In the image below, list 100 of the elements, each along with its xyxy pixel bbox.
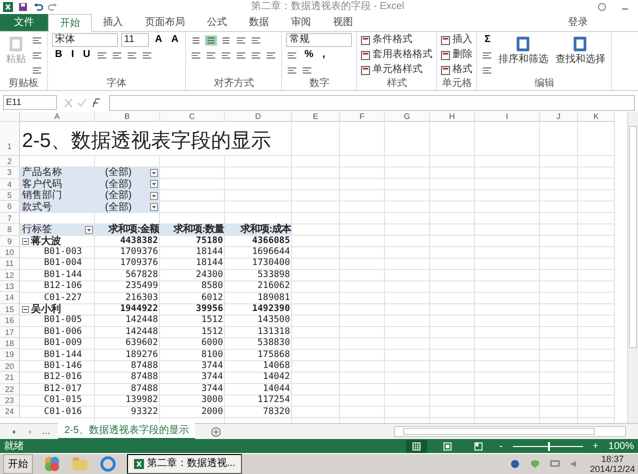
view-icon[interactable] bbox=[406, 440, 428, 452]
ribbon-tab[interactable]: 插入 bbox=[92, 14, 134, 31]
format-button[interactable]: % bbox=[301, 49, 316, 62]
toolbar-icon[interactable] bbox=[235, 50, 248, 61]
zoom-in-button[interactable]: + bbox=[592, 440, 598, 452]
toolbar-icon[interactable] bbox=[286, 50, 298, 61]
row-header[interactable]: 23 bbox=[0, 394, 20, 406]
ribbon-tab[interactable]: 视图 bbox=[322, 14, 364, 31]
row-header[interactable]: 14 bbox=[0, 292, 20, 304]
column-header[interactable]: F bbox=[340, 112, 385, 122]
toolbar-icon[interactable] bbox=[286, 64, 298, 76]
vertical-scrollbar[interactable] bbox=[627, 112, 638, 423]
format-button[interactable]: Σ bbox=[481, 34, 494, 46]
network-icon[interactable] bbox=[550, 459, 560, 469]
toolbar-icon[interactable] bbox=[111, 50, 124, 61]
row-header[interactable]: 22 bbox=[0, 384, 20, 395]
dropdown-field[interactable]: 宋体 bbox=[52, 33, 118, 48]
zoom-out-button[interactable]: - bbox=[499, 440, 503, 452]
filter-dropdown[interactable]: (全部) bbox=[95, 167, 160, 179]
ribbon-tab[interactable]: 数据 bbox=[238, 14, 280, 31]
row-header[interactable]: 6 bbox=[0, 201, 20, 213]
dropdown-icon[interactable] bbox=[150, 180, 158, 188]
row-header[interactable]: 20 bbox=[0, 360, 20, 372]
formula-field[interactable] bbox=[109, 94, 635, 111]
more-sheets-button[interactable]: ... bbox=[42, 426, 50, 437]
column-header[interactable]: I bbox=[475, 112, 540, 122]
ribbon-button[interactable]: 插入 bbox=[441, 34, 472, 46]
filter-dropdown[interactable]: (全部) bbox=[95, 201, 160, 213]
align-icon[interactable] bbox=[205, 34, 218, 46]
previous-sheet-icon[interactable] bbox=[10, 428, 18, 436]
toolbar-icon[interactable] bbox=[31, 34, 43, 46]
ribbon-tab[interactable]: 公式 bbox=[196, 14, 238, 31]
row-header[interactable]: 21 bbox=[0, 372, 20, 384]
row-header[interactable]: 17 bbox=[0, 326, 20, 338]
file-tab[interactable]: 文件 bbox=[0, 14, 48, 31]
sign-in-link[interactable]: 登录 bbox=[568, 14, 588, 31]
row-header[interactable]: 8 bbox=[0, 224, 20, 236]
ribbon-tab[interactable]: 开始 bbox=[48, 14, 92, 32]
toolbar-icon[interactable] bbox=[190, 50, 202, 61]
dropdown-field[interactable]: 11 bbox=[121, 33, 149, 48]
column-header[interactable]: H bbox=[430, 112, 475, 122]
column-header[interactable]: E bbox=[292, 112, 340, 122]
row-header[interactable]: 1 bbox=[0, 122, 20, 156]
name-box[interactable]: E11 bbox=[3, 95, 57, 110]
column-header[interactable]: B bbox=[95, 112, 160, 122]
align-icon[interactable] bbox=[220, 34, 232, 46]
format-button[interactable]: A bbox=[152, 34, 166, 46]
toolbar-icon[interactable] bbox=[141, 50, 154, 61]
collapse-icon[interactable] bbox=[22, 306, 29, 314]
horizontal-scrollbar[interactable] bbox=[394, 426, 626, 437]
column-header[interactable]: C bbox=[160, 112, 225, 122]
row-header[interactable]: 3 bbox=[0, 167, 20, 179]
row-header[interactable]: 12 bbox=[0, 270, 20, 282]
toolbar-icon[interactable] bbox=[31, 64, 43, 76]
row-header[interactable]: 10 bbox=[0, 246, 20, 258]
column-header[interactable]: D bbox=[225, 112, 292, 122]
save-icon[interactable] bbox=[18, 2, 28, 12]
column-header[interactable]: A bbox=[20, 112, 95, 122]
format-button[interactable]: B bbox=[52, 49, 66, 62]
row-header[interactable]: 9 bbox=[0, 236, 20, 247]
filter-dropdown[interactable]: (全部) bbox=[95, 190, 160, 202]
ribbon-button[interactable]: 单元格样式 bbox=[361, 64, 422, 76]
align-icon[interactable] bbox=[190, 34, 202, 46]
browser-icon[interactable] bbox=[99, 455, 117, 473]
row-header[interactable]: 19 bbox=[0, 349, 20, 361]
toolbar-icon[interactable] bbox=[96, 50, 108, 61]
dropdown-icon[interactable] bbox=[150, 203, 158, 212]
format-button[interactable]: , bbox=[319, 49, 328, 62]
collapse-icon[interactable] bbox=[22, 238, 29, 245]
row-header[interactable]: 24 bbox=[0, 406, 20, 418]
undo-icon[interactable] bbox=[33, 2, 43, 12]
row-header[interactable]: 16 bbox=[0, 315, 20, 327]
start-button[interactable]: 开始 bbox=[3, 454, 33, 474]
dropdown-icon[interactable] bbox=[150, 192, 158, 200]
dropdown-icon[interactable] bbox=[85, 226, 93, 234]
toolbar-icon[interactable] bbox=[481, 64, 494, 76]
ribbon-button[interactable]: 删除 bbox=[441, 49, 472, 62]
ribbon-button[interactable]: 查找和选择 bbox=[553, 34, 608, 78]
toolbar-icon[interactable] bbox=[301, 64, 314, 76]
row-header[interactable]: 13 bbox=[0, 281, 20, 292]
toolbar-icon[interactable] bbox=[481, 50, 494, 61]
row-header[interactable]: 15 bbox=[0, 304, 20, 316]
sheet-tab[interactable]: 2-5、数据透视表字段的显示 bbox=[58, 423, 195, 440]
row-header[interactable]: 5 bbox=[0, 190, 20, 202]
row-labels-filter[interactable]: 行标签 bbox=[20, 224, 95, 236]
column-header[interactable]: G bbox=[385, 112, 430, 122]
row-header[interactable]: 18 bbox=[0, 338, 20, 350]
ribbon-button[interactable]: 排序和筛选 bbox=[496, 34, 550, 78]
row-header[interactable]: 4 bbox=[0, 178, 20, 190]
toolbar-icon[interactable] bbox=[205, 50, 218, 61]
row-header[interactable]: 7 bbox=[0, 212, 20, 224]
ribbon-button[interactable]: 条件格式 bbox=[361, 34, 412, 46]
formula-buttons-icon[interactable] bbox=[63, 96, 103, 109]
taskbar-window-button[interactable]: 第二章：数据透视... bbox=[127, 454, 242, 474]
add-sheet-icon[interactable] bbox=[210, 426, 221, 436]
toolbar-icon[interactable] bbox=[235, 34, 248, 46]
dropdown-icon[interactable] bbox=[150, 168, 158, 177]
toolbar-icon[interactable] bbox=[265, 50, 278, 61]
ribbon-button[interactable]: 格式 bbox=[441, 64, 472, 76]
ribbon-tab[interactable]: 页面布局 bbox=[134, 14, 196, 31]
